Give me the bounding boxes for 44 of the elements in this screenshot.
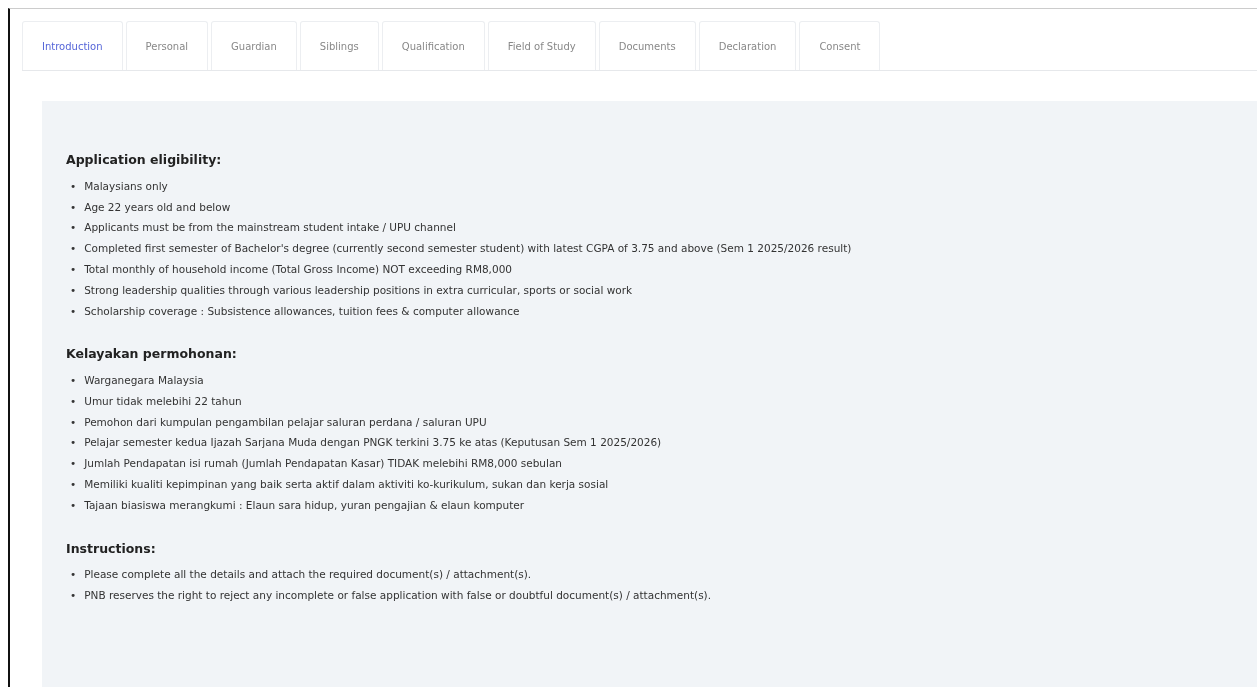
bullet-icon: • xyxy=(70,474,77,495)
bullet-icon: • xyxy=(70,217,77,239)
bullet-icon: • xyxy=(70,411,77,433)
tab[interactable]: Field of Study xyxy=(487,21,596,70)
tab[interactable]: Documents xyxy=(598,21,696,70)
bullet-icon: • xyxy=(70,300,77,322)
list-item: Completed first semester of Bachelor's degree (currently second semester student) with latest CGPA of 3.75 and above (Sem 1 2025/2026 result) xyxy=(84,241,852,257)
tab[interactable]: Qualification xyxy=(381,21,485,70)
bullet-icon: • xyxy=(70,585,77,606)
bullet-icon: • xyxy=(70,279,77,301)
list-item: Applicants must be from the mainstream student intake / UPU channel xyxy=(84,220,456,236)
tab[interactable]: Declaration xyxy=(698,21,797,70)
list-item: Pelajar semester kedua Ijazah Sarjana Muda dengan PNGK terkini 3.75 ke atas (Keputusan Sem 1 2025/2026) xyxy=(84,435,662,451)
list-item: Malaysians only xyxy=(84,178,168,194)
tab[interactable]: Consent xyxy=(799,21,881,70)
list-item: Warganegara Malaysia xyxy=(84,373,204,389)
list-item: Scholarship coverage : Subsistence allowances, tuition fees & computer allowance xyxy=(84,303,520,319)
bullet-icon: • xyxy=(70,432,77,454)
tab[interactable]: Siblings xyxy=(299,21,379,70)
bullet-icon: • xyxy=(70,258,77,280)
list-item: Umur tidak melebihi 22 tahun xyxy=(84,393,242,409)
list-item: PNB reserves the right to reject any incomplete or false application with false or doubtful document(s) / attachment(s). xyxy=(84,588,712,604)
section-heading: Kelayakan permohonan: xyxy=(66,345,238,364)
bullet-icon: • xyxy=(70,390,77,412)
section-heading: Instructions: xyxy=(66,539,157,558)
bullet-icon: • xyxy=(70,564,77,586)
list-item: Jumlah Pendapatan isi rumah (Jumlah Pendapatan Kasar) TIDAK melebihi RM8,000 sebulan xyxy=(84,456,563,472)
bullet-icon: • xyxy=(70,175,77,197)
bullet-icon: • xyxy=(70,494,77,516)
list-item: Pemohon dari kumpulan pengambilan pelajar saluran perdana / saluran UPU xyxy=(84,414,487,430)
list-item: Total monthly of household income (Total Gross Income) NOT exceeding RM8,000 xyxy=(84,261,512,277)
bullet-icon: • xyxy=(70,238,77,259)
tab[interactable]: Personal xyxy=(125,21,209,70)
list-item: Strong leadership qualities through various leadership positions in extra curricular, sports or social work xyxy=(84,282,633,298)
list-item: Tajaan biasiswa merangkumi : Elaun sara hidup, yuran pengajian & elaun komputer xyxy=(84,497,525,513)
bullet-icon: • xyxy=(70,196,77,218)
list-item: Memiliki kualiti kepimpinan yang baik serta aktif dalam aktiviti ko-kurikulum, sukan dan kerja sosial xyxy=(84,477,609,493)
list-item: Please complete all the details and attach the required document(s) / attachment(s). xyxy=(84,567,532,583)
bullet-icon: • xyxy=(70,453,77,475)
list-item: Age 22 years old and below xyxy=(84,199,231,215)
tab[interactable]: Guardian xyxy=(211,21,297,70)
tab[interactable]: Introduction xyxy=(22,21,123,70)
section-heading: Application eligibility: xyxy=(66,151,223,169)
bullet-icon: • xyxy=(70,370,77,391)
